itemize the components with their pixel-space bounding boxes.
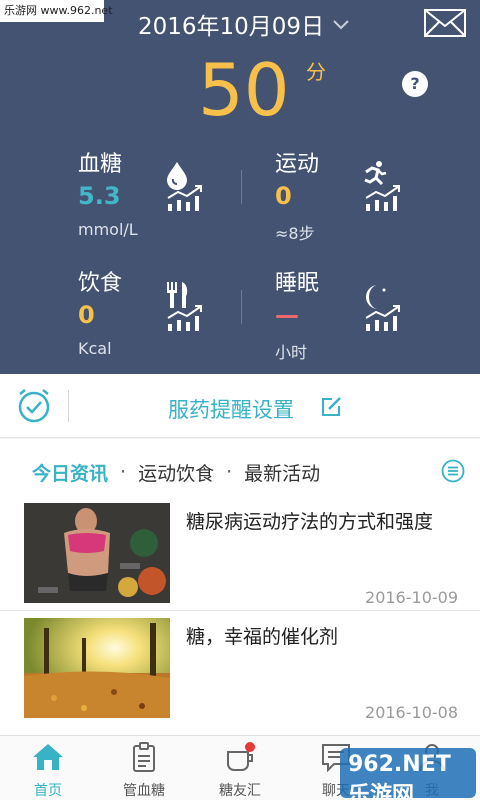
date-selector[interactable]: 2016年10月09日 — [138, 8, 350, 40]
trend-chart-icon — [167, 185, 202, 211]
tab-home[interactable]: 首页 — [0, 736, 96, 800]
stat-value: 0 — [275, 182, 292, 210]
news-section: 今日资讯 · 运动饮食 · 最新活动 糖尿病运动疗法的方式和强度 2016-10… — [0, 439, 480, 735]
clipboard-icon — [133, 742, 155, 772]
tab-label: 糖友汇 — [219, 783, 261, 799]
stat-unit: mmol/L — [78, 220, 138, 239]
trend-chart-icon — [167, 305, 202, 331]
tab-separator: · — [226, 461, 233, 483]
reminder-label[interactable]: 服药提醒设置 — [168, 394, 294, 424]
article-date: 2016-10-08 — [365, 703, 458, 722]
tab-blood-sugar[interactable]: 管血糖 — [96, 736, 192, 800]
trend-chart-icon — [365, 305, 400, 331]
divider — [68, 390, 69, 422]
news-article[interactable]: 糖，幸福的催化剂 2016-10-08 — [0, 618, 480, 728]
stat-label: 血糖 — [78, 152, 123, 177]
tab-separator: · — [120, 461, 127, 483]
stat-unit: Kcal — [78, 339, 112, 358]
stat-unit: 小时 — [275, 343, 308, 362]
tab-label: 首页 — [34, 783, 62, 799]
divider — [0, 610, 480, 611]
trend-chart-icon — [365, 185, 400, 211]
stat-label: 运动 — [275, 152, 320, 177]
coffee-cup-icon — [227, 742, 255, 771]
article-title: 糖尿病运动疗法的方式和强度 — [186, 511, 434, 533]
tab-exercise-diet[interactable]: 运动饮食 — [138, 459, 214, 486]
fitness-photo — [24, 503, 170, 603]
chevron-down-icon — [333, 20, 349, 30]
list-menu-icon[interactable] — [441, 459, 465, 483]
stat-unit: ≈8步 — [275, 224, 315, 243]
tab-today-news[interactable]: 今日资讯 — [32, 459, 108, 486]
article-title: 糖，幸福的催化剂 — [186, 626, 339, 648]
health-score: 50 — [198, 48, 290, 132]
dashboard-header: 乐游网 www.962.net 2016年10月09日 50 分 ? 血糖 5.… — [0, 0, 480, 374]
watermark: 乐游网 www.962.net — [0, 0, 113, 22]
site-watermark: 962.NET 乐游网 — [340, 748, 476, 800]
tab-community[interactable]: 糖友汇 — [192, 736, 288, 800]
stat-value: 0 — [78, 301, 95, 329]
stat-label: 睡眠 — [275, 271, 320, 296]
divider — [241, 170, 242, 204]
divider — [241, 290, 242, 324]
stat-label: 饮食 — [78, 271, 123, 296]
medication-reminder-bar[interactable]: 服药提醒设置 — [0, 374, 480, 438]
score-unit: 分 — [306, 60, 326, 84]
tab-latest-events[interactable]: 最新活动 — [244, 459, 320, 486]
news-article[interactable]: 糖尿病运动疗法的方式和强度 2016-10-09 — [0, 503, 480, 613]
article-date: 2016-10-09 — [365, 588, 458, 607]
help-icon[interactable]: ? — [402, 71, 428, 97]
autumn-photo — [24, 618, 170, 718]
mail-icon[interactable] — [424, 9, 466, 37]
home-icon — [33, 744, 63, 770]
edit-icon[interactable] — [320, 396, 342, 418]
stat-value: 5.3 — [78, 182, 121, 210]
tab-label: 管血糖 — [123, 783, 165, 799]
news-tabs: 今日资讯 · 运动饮食 · 最新活动 — [32, 457, 320, 487]
date-text: 2016年10月09日 — [138, 14, 325, 40]
stat-value: — — [275, 301, 299, 329]
alarm-check-icon — [18, 389, 50, 423]
